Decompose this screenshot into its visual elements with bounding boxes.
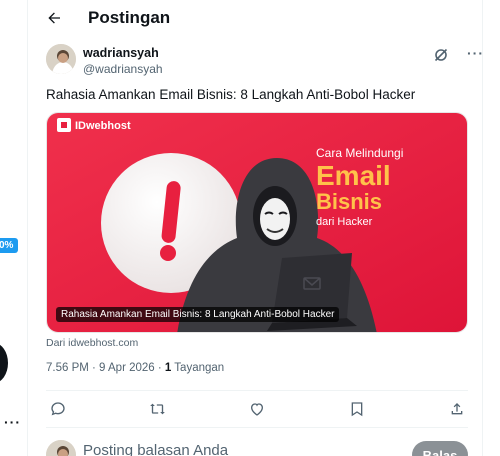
back-button[interactable]: [40, 4, 68, 32]
progress-badge: 0%: [0, 238, 19, 253]
card-line1: Cara Melindungi: [316, 146, 403, 160]
side-more-icon[interactable]: ···: [4, 414, 21, 430]
back-arrow-icon: [48, 12, 60, 24]
author-handle[interactable]: @wadriansyah: [83, 62, 163, 76]
left-sidebar: 0% ···: [0, 0, 28, 456]
card-source[interactable]: Dari idwebhost.com: [46, 337, 138, 349]
card-caption: Rahasia Amankan Email Bisnis: 8 Langkah …: [56, 307, 340, 322]
bookmark-button[interactable]: [346, 398, 368, 420]
post-timestamp[interactable]: 7.56 PM · 9 Apr 2026 ·: [46, 362, 165, 374]
card-line4: dari Hacker: [316, 216, 373, 228]
reply-button[interactable]: [47, 398, 69, 420]
like-button[interactable]: [246, 398, 268, 420]
post-text: Rahasia Amankan Email Bisnis: 8 Langkah …: [46, 87, 416, 102]
avatar[interactable]: [46, 44, 76, 74]
views-label: Tayangan: [171, 362, 225, 374]
card-image: IDwebhost Cara Melindungi Email Bisnis d…: [47, 113, 467, 332]
action-bar: [46, 398, 468, 420]
repost-button[interactable]: [146, 398, 168, 420]
compose-button[interactable]: [0, 343, 8, 383]
divider: [46, 427, 468, 428]
reply-input[interactable]: Posting balasan Anda: [83, 442, 228, 456]
page-title: Postingan: [88, 8, 171, 27]
card-line2: Email: [316, 160, 391, 191]
card-brand: IDwebhost: [75, 120, 131, 132]
main-column: Postingan wadriansyah @wadriansyah ··· R…: [29, 0, 483, 456]
post-author: wadriansyah @wadriansyah ···: [46, 44, 483, 78]
more-icon[interactable]: ···: [467, 45, 484, 61]
avatar: [46, 440, 76, 456]
bookmark-icon: [351, 402, 363, 417]
grok-icon[interactable]: [433, 47, 449, 63]
like-icon: [250, 403, 264, 416]
top-bar: Postingan: [29, 0, 483, 36]
divider: [46, 390, 468, 391]
author-name[interactable]: wadriansyah: [83, 46, 159, 60]
share-icon: [451, 403, 463, 415]
share-button[interactable]: [446, 398, 468, 420]
reply-composer: Posting balasan Anda Balas: [46, 436, 468, 456]
post-meta: 7.56 PM · 9 Apr 2026 · 1 Tayangan: [46, 362, 224, 374]
reply-submit-button[interactable]: Balas: [412, 441, 468, 456]
repost-icon: [149, 403, 165, 415]
reply-icon: [51, 402, 65, 416]
link-card[interactable]: IDwebhost Cara Melindungi Email Bisnis d…: [46, 112, 468, 333]
card-line3: Bisnis: [316, 189, 382, 214]
